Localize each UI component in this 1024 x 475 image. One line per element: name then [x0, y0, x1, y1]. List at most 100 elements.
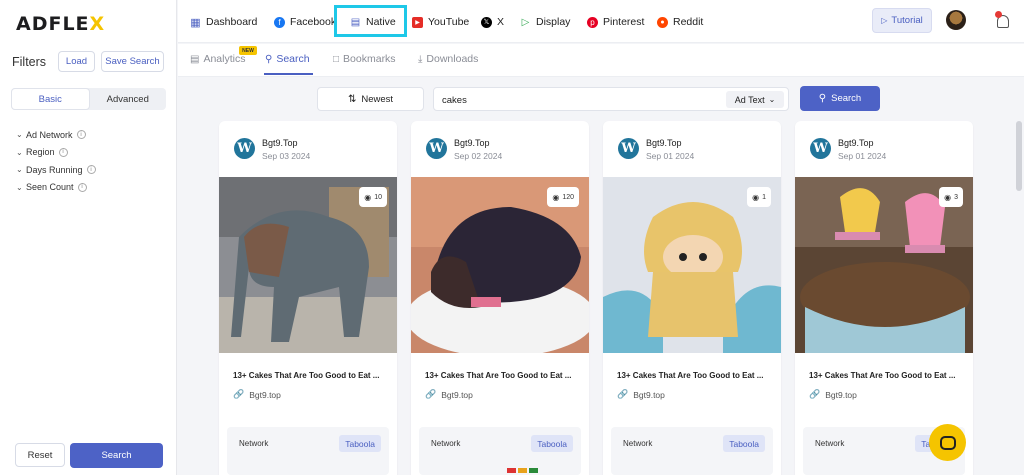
- logo[interactable]: ADFLEX: [16, 13, 105, 35]
- tutorial-button[interactable]: ▷ Tutorial: [872, 8, 932, 33]
- tab-downloads[interactable]: ⤓ Downloads: [418, 53, 478, 65]
- tab-basic[interactable]: Basic: [11, 88, 90, 110]
- chat-icon: [939, 435, 956, 450]
- info-icon[interactable]: i: [76, 130, 86, 140]
- card-link[interactable]: 🔗 Bgt9.top: [809, 389, 857, 400]
- search-box: Ad Text ⌄: [433, 87, 789, 111]
- network-label: Network: [623, 439, 653, 448]
- view-count: 120: [562, 193, 574, 201]
- search-input[interactable]: [442, 92, 722, 108]
- card-date: Sep 02 2024: [454, 151, 503, 161]
- card-link[interactable]: 🔗 Bgt9.top: [425, 389, 473, 400]
- eye-icon: ◉: [752, 192, 760, 202]
- nav-facebook[interactable]: f Facebook: [274, 13, 336, 31]
- sidebar: ADFLEX Filters Load Save Search Basic Ad…: [0, 0, 177, 475]
- filters-title: Filters: [12, 55, 47, 69]
- view-count-badge: ◉ 10: [359, 187, 387, 207]
- tab-label: Search: [276, 53, 310, 65]
- nav-label: Dashboard: [206, 16, 258, 28]
- chevron-down-icon: ⌄: [16, 182, 23, 192]
- nav-label: Display: [536, 16, 571, 28]
- card-title: 13+ Cakes That Are Too Good to Eat ...: [617, 371, 764, 380]
- info-icon[interactable]: i: [77, 182, 87, 192]
- chat-button[interactable]: [929, 424, 966, 461]
- tutorial-label: Tutorial: [891, 15, 923, 26]
- card-source: Bgt9.Top: [646, 138, 682, 148]
- card-source: Bgt9.Top: [454, 138, 490, 148]
- ad-card[interactable]: W Bgt9.Top Sep 02 2024 ◉ 120 13+ Cakes Th…: [411, 121, 589, 475]
- sub-tabs: ▤ Analytics NEW ⚲ Search □ Bookmarks ⤓ D…: [178, 44, 1024, 77]
- view-count: 3: [954, 193, 958, 201]
- search-type-select[interactable]: Ad Text ⌄: [726, 91, 784, 108]
- info-icon[interactable]: i: [86, 165, 96, 175]
- sort-icon: ⇅: [347, 93, 357, 105]
- nav-label: YouTube: [428, 16, 470, 28]
- ad-card[interactable]: W Bgt9.Top Sep 03 2024 ◉ 10 13+ Cakes Tha…: [219, 121, 397, 475]
- search-button[interactable]: ⚲ Search: [800, 86, 880, 111]
- notification-bell-icon[interactable]: [993, 11, 1011, 29]
- network-tag: Taboola: [723, 435, 765, 452]
- view-count-badge: ◉ 1: [747, 187, 771, 207]
- filter-days-running[interactable]: ⌄ Days Running i: [16, 161, 96, 179]
- notification-dot: [995, 11, 1002, 18]
- link-icon: 🔗: [425, 389, 437, 399]
- nav-label: Pinterest: [603, 16, 645, 28]
- active-nav-highlight: [334, 5, 407, 37]
- tab-search[interactable]: ⚲ Search: [265, 53, 310, 65]
- tab-advanced[interactable]: Advanced: [90, 88, 167, 110]
- filter-seen-count[interactable]: ⌄ Seen Count i: [16, 179, 96, 197]
- top-nav: ▦ Dashboard f Facebook ▤ Native ▶ YouTub…: [178, 0, 1024, 43]
- nav-pinterest[interactable]: p Pinterest: [587, 13, 644, 31]
- pinterest-icon: p: [587, 16, 598, 28]
- nav-dashboard[interactable]: ▦ Dashboard: [190, 13, 257, 31]
- active-tab-underline: [264, 73, 313, 75]
- sort-label: Newest: [361, 93, 394, 105]
- reset-button[interactable]: Reset: [15, 443, 65, 467]
- card-link[interactable]: 🔗 Bgt9.top: [233, 389, 281, 400]
- card-date: Sep 01 2024: [646, 151, 695, 161]
- wordpress-icon: W: [234, 138, 255, 159]
- card-meta: Network Taboola: [419, 427, 581, 475]
- filters-header: Filters Load Save Search: [12, 51, 172, 73]
- sidebar-search-button[interactable]: Search: [70, 443, 163, 468]
- card-meta: Network Taboola: [227, 427, 389, 475]
- view-count-badge: ◉ 3: [939, 187, 963, 207]
- nav-display[interactable]: ▷ Display: [520, 13, 571, 31]
- link-icon: 🔗: [809, 389, 821, 399]
- filter-region[interactable]: ⌄ Region i: [16, 144, 96, 162]
- ad-card[interactable]: W Bgt9.Top Sep 01 2024 ◉ 1 13+ Cakes That…: [603, 121, 781, 475]
- link-icon: 🔗: [617, 389, 629, 399]
- eye-icon: ◉: [944, 192, 952, 202]
- facebook-icon: f: [274, 16, 285, 28]
- view-count: 1: [762, 193, 766, 201]
- sort-button[interactable]: ⇅ Newest: [317, 87, 424, 111]
- card-title: 13+ Cakes That Are Too Good to Eat ...: [809, 371, 956, 380]
- nav-x[interactable]: 𝕏 X: [481, 13, 504, 31]
- card-source: Bgt9.Top: [262, 138, 298, 148]
- avatar[interactable]: [946, 10, 966, 30]
- wordpress-icon: W: [618, 138, 639, 159]
- filter-ad-network[interactable]: ⌄ Ad Network i: [16, 126, 96, 144]
- card-link[interactable]: 🔗 Bgt9.top: [617, 389, 665, 400]
- filter-label: Region: [26, 147, 55, 158]
- save-search-button[interactable]: Save Search: [101, 51, 164, 72]
- tab-bookmarks[interactable]: □ Bookmarks: [333, 53, 396, 65]
- scrollbar[interactable]: [1016, 121, 1022, 191]
- new-badge: NEW: [239, 46, 257, 55]
- display-icon: ▷: [521, 16, 530, 28]
- network-tag: Taboola: [531, 435, 573, 452]
- eye-icon: ◉: [552, 192, 560, 202]
- reddit-icon: ●: [657, 16, 668, 28]
- card-title: 13+ Cakes That Are Too Good to Eat ...: [233, 371, 380, 380]
- nav-youtube[interactable]: ▶ YouTube: [412, 13, 469, 31]
- load-button[interactable]: Load: [58, 51, 95, 72]
- tab-analytics[interactable]: ▤ Analytics: [190, 53, 245, 65]
- card-source: Bgt9.Top: [838, 138, 874, 148]
- network-label: Network: [431, 439, 461, 448]
- chevron-down-icon: ⌄: [16, 130, 23, 140]
- nav-reddit[interactable]: ● Reddit: [657, 13, 703, 31]
- ad-card[interactable]: W Bgt9.Top Sep 01 2024 ◉ 3 13+ Cakes That…: [795, 121, 973, 475]
- info-icon[interactable]: i: [58, 147, 68, 157]
- nav-label: X: [497, 16, 505, 28]
- card-date: Sep 01 2024: [838, 151, 887, 161]
